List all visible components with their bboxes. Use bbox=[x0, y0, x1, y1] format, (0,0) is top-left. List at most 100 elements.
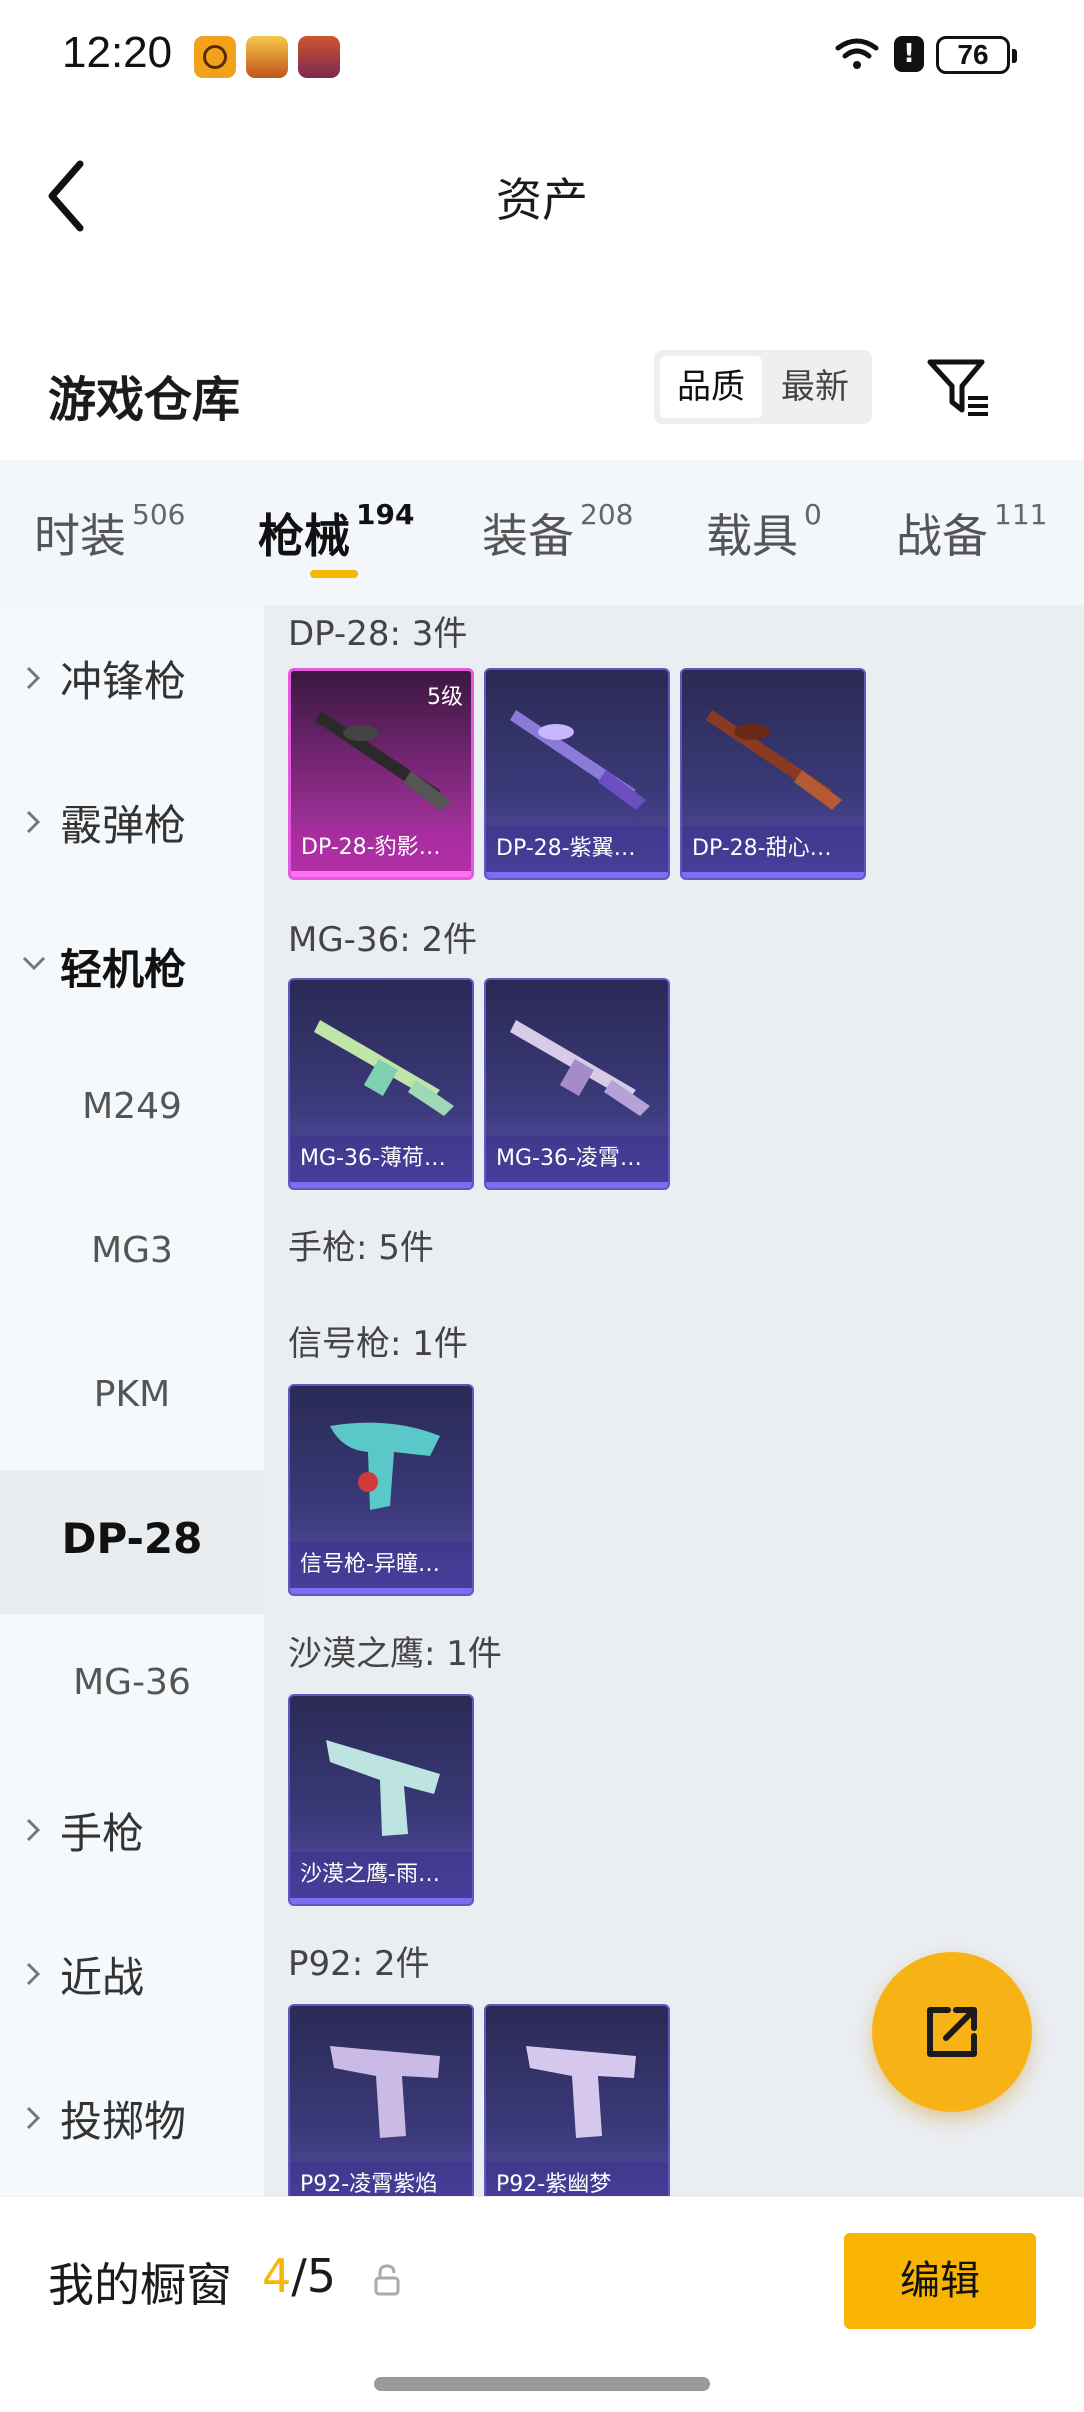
item-card[interactable]: P92-紫幽梦 bbox=[484, 2004, 670, 2196]
sort-toggle: 品质 最新 bbox=[654, 350, 872, 424]
tab-equipment[interactable]: 装备 208 bbox=[482, 498, 634, 566]
sidebar-item-m249[interactable]: M249 bbox=[0, 1038, 264, 1182]
sort-option-quality[interactable]: 品质 bbox=[660, 356, 762, 418]
app-icon-3 bbox=[298, 36, 340, 78]
active-tab-indicator bbox=[310, 570, 358, 578]
group-title: 信号枪: 1件 bbox=[288, 1324, 468, 1364]
tab-label: 战备 bbox=[896, 509, 988, 563]
dp28-gun-icon bbox=[510, 710, 646, 810]
chevron-right-icon bbox=[26, 2106, 41, 2130]
mg36-gun-icon bbox=[314, 1020, 454, 1116]
nav-header: 资产 bbox=[0, 110, 1084, 280]
battery-icon: 76 bbox=[936, 36, 1017, 74]
item-card[interactable]: MG-36-凌霄… bbox=[484, 978, 670, 1190]
item-name: P92-凌霄紫焰 bbox=[290, 2162, 472, 2196]
tab-count: 194 bbox=[356, 498, 415, 531]
status-time: 12:20 bbox=[62, 28, 173, 77]
item-name: DP-28-紫翼… bbox=[486, 826, 668, 872]
group-title: DP-28: 3件 bbox=[288, 614, 468, 654]
chevron-right-icon bbox=[26, 1818, 41, 1842]
group-title: P92: 2件 bbox=[288, 1944, 430, 1984]
sidebar-item-label: MG-36 bbox=[73, 1662, 191, 1703]
rarity-bar bbox=[486, 872, 668, 878]
item-name: 沙漠之鹰-雨… bbox=[290, 1852, 472, 1898]
sidebar-item-mg36[interactable]: MG-36 bbox=[0, 1614, 264, 1758]
sidebar-item-throwable[interactable]: 投掷物 bbox=[0, 2046, 264, 2190]
item-level-badge: 5级 bbox=[427, 685, 463, 710]
sidebar-item-label: PKM bbox=[93, 1374, 171, 1415]
item-card[interactable]: 5级 DP-28-豹影… bbox=[288, 668, 474, 880]
sidebar-item-label: 霰弹枪 bbox=[60, 801, 187, 850]
sidebar-item-label: 手枪 bbox=[60, 1809, 145, 1858]
sidebar-item-melee[interactable]: 近战 bbox=[0, 1902, 264, 2046]
tab-label: 枪械 bbox=[258, 509, 350, 563]
app-icon-1 bbox=[194, 36, 236, 78]
edit-button[interactable]: 编辑 bbox=[844, 2233, 1036, 2329]
group-title: 手枪: 5件 bbox=[288, 1228, 434, 1268]
sidebar-item-label: 冲锋枪 bbox=[60, 657, 187, 706]
alert-icon: ! bbox=[894, 36, 924, 72]
sidebar-item-label: 近战 bbox=[60, 1953, 145, 2002]
tab-firearms[interactable]: 枪械 194 bbox=[258, 498, 415, 566]
tab-label: 装备 bbox=[482, 509, 574, 563]
category-sidebar: 冲锋枪 霰弹枪 轻机枪 M249 MG3 PKM DP-28 MG-36 手枪 … bbox=[0, 606, 264, 2196]
sort-option-latest[interactable]: 最新 bbox=[764, 356, 866, 418]
share-icon bbox=[927, 2007, 977, 2057]
page-title: 资产 bbox=[496, 173, 588, 227]
warehouse-header: 游戏仓库 品质 最新 bbox=[0, 320, 1084, 460]
item-card[interactable]: DP-28-甜心… bbox=[680, 668, 866, 880]
rarity-bar bbox=[290, 1588, 472, 1594]
sidebar-item-shotgun[interactable]: 霰弹枪 bbox=[0, 750, 264, 894]
chevron-right-icon bbox=[26, 666, 41, 690]
tab-count: 506 bbox=[132, 498, 186, 531]
showcase-count-current: 4 bbox=[262, 2249, 292, 2303]
tab-label: 时装 bbox=[34, 509, 126, 563]
sidebar-item-mg3[interactable]: MG3 bbox=[0, 1182, 264, 1326]
item-name: DP-28-豹影… bbox=[291, 825, 471, 871]
showcase-label: 我的橱窗 bbox=[48, 2258, 232, 2312]
tab-label: 载具 bbox=[706, 509, 798, 563]
sidebar-item-dp28[interactable]: DP-28 bbox=[0, 1470, 264, 1614]
sidebar-item-label: 轻机枪 bbox=[60, 945, 187, 994]
sidebar-item-lmg[interactable]: 轻机枪 bbox=[0, 894, 264, 1038]
status-bar: 12:20 ! 76 bbox=[0, 0, 1084, 110]
chevron-down-icon bbox=[22, 956, 46, 971]
tab-gear[interactable]: 战备 111 bbox=[896, 498, 1048, 566]
p92-pistol-icon bbox=[526, 2046, 636, 2138]
warehouse-title: 游戏仓库 bbox=[48, 372, 241, 428]
tab-count: 0 bbox=[804, 498, 822, 531]
sidebar-item-label: M249 bbox=[82, 1086, 182, 1127]
sidebar-item-pistol[interactable]: 手枪 bbox=[0, 1758, 264, 1902]
share-button[interactable] bbox=[872, 1952, 1032, 2112]
item-name: MG-36-薄荷… bbox=[290, 1136, 472, 1182]
tab-fashion[interactable]: 时装 506 bbox=[34, 498, 186, 566]
item-card[interactable]: 沙漠之鹰-雨… bbox=[288, 1694, 474, 1906]
wifi-icon bbox=[835, 38, 879, 69]
sidebar-item-smg[interactable]: 冲锋枪 bbox=[0, 606, 264, 750]
showcase-bar: 我的橱窗 4/5 编辑 bbox=[0, 2196, 1084, 2412]
item-card[interactable]: P92-凌霄紫焰 bbox=[288, 2004, 474, 2196]
app-icon-2 bbox=[246, 36, 288, 78]
lock-icon bbox=[374, 2264, 400, 2296]
sidebar-item-label: 投掷物 bbox=[60, 2097, 187, 2146]
home-indicator[interactable] bbox=[374, 2377, 710, 2391]
mg36-gun-icon bbox=[510, 1020, 650, 1116]
item-card[interactable]: MG-36-薄荷… bbox=[288, 978, 474, 1190]
sidebar-item-label: MG3 bbox=[91, 1230, 173, 1271]
tab-count: 208 bbox=[580, 498, 634, 531]
flare-gun-icon bbox=[330, 1422, 440, 1510]
tab-count: 111 bbox=[994, 498, 1048, 531]
item-card[interactable]: 信号枪-异瞳… bbox=[288, 1384, 474, 1596]
dp28-gun-icon bbox=[706, 710, 842, 810]
rarity-bar bbox=[486, 1182, 668, 1188]
item-name: MG-36-凌霄… bbox=[486, 1136, 668, 1182]
filter-icon[interactable] bbox=[926, 356, 992, 420]
chevron-right-icon bbox=[26, 1962, 41, 1986]
tab-vehicles[interactable]: 载具 0 bbox=[706, 498, 822, 566]
rarity-bar bbox=[290, 1898, 472, 1904]
item-name: 信号枪-异瞳… bbox=[290, 1542, 472, 1588]
sidebar-item-label: DP-28 bbox=[61, 1514, 203, 1563]
sidebar-item-pkm[interactable]: PKM bbox=[0, 1326, 264, 1470]
rarity-bar bbox=[290, 1182, 472, 1188]
item-card[interactable]: DP-28-紫翼… bbox=[484, 668, 670, 880]
